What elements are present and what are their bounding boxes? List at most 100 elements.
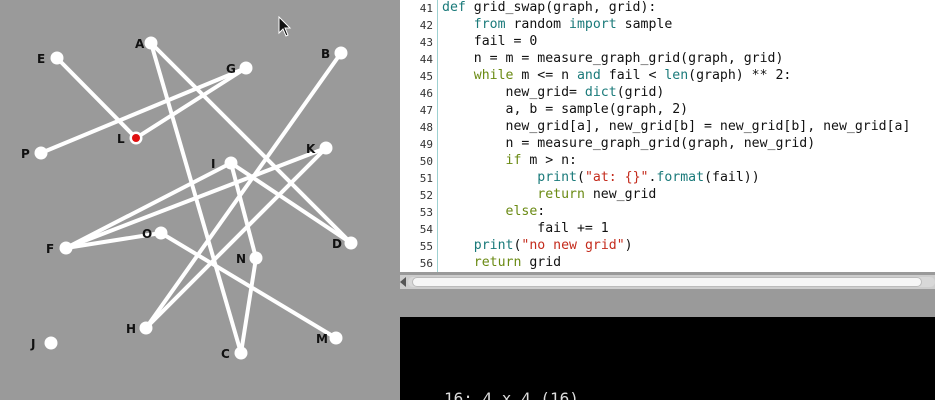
node-F[interactable] [59, 241, 73, 255]
code-token: print [473, 238, 514, 253]
scroll-left-arrow-icon[interactable] [400, 277, 406, 287]
graph-svg[interactable]: A B C D E F G H I J K L M N O P [0, 0, 400, 400]
node-label-P: P [21, 147, 30, 161]
line-number: 41 [419, 2, 433, 15]
node-label-C: C [221, 347, 230, 361]
code-token: n = measure_graph_grid(graph, new_grid) [442, 136, 816, 151]
node-O[interactable] [154, 226, 168, 240]
code-token: (graph) ** 2: [688, 68, 792, 83]
code-line[interactable]: else: [442, 204, 546, 219]
code-token: len [664, 68, 689, 83]
code-line[interactable]: def grid_swap(graph, grid): [442, 0, 656, 15]
code-token: (grid) [616, 85, 665, 100]
line-number: 43 [419, 36, 433, 49]
code-token: "no new grid" [521, 238, 625, 253]
node-J[interactable] [44, 336, 58, 350]
node-B[interactable] [334, 46, 348, 60]
node-M[interactable] [329, 331, 343, 345]
code-line[interactable]: n = measure_graph_grid(graph, new_grid) [442, 136, 816, 151]
pane-separator[interactable] [400, 289, 935, 317]
terminal-pane[interactable]: 16: 4 x 4 (16) [400, 317, 935, 400]
node-A[interactable] [144, 36, 158, 50]
scrollbar-thumb[interactable] [412, 277, 922, 287]
code-token: from [473, 17, 514, 32]
code-line[interactable]: from random import sample [442, 17, 673, 32]
code-line[interactable]: a, b = sample(graph, 2) [442, 102, 689, 117]
node-I[interactable] [224, 156, 238, 170]
code-token: random [513, 17, 570, 32]
code-token: if [505, 153, 530, 168]
code-line[interactable]: if m > n: [442, 153, 577, 168]
code-token: return [537, 187, 593, 202]
code-token: def [442, 0, 474, 15]
line-number: 49 [419, 138, 433, 151]
code-token: ( [576, 170, 585, 185]
code-line[interactable]: new_grid= dict(grid) [442, 85, 665, 100]
horizontal-scrollbar[interactable] [400, 275, 935, 289]
node-label-D: D [332, 237, 342, 251]
node-N[interactable] [249, 251, 263, 265]
code-token: else [505, 204, 538, 219]
graph-canvas[interactable]: A B C D E F G H I J K L M N O P [0, 0, 400, 400]
code-line[interactable]: fail = 0 [442, 34, 538, 49]
line-number: 50 [419, 155, 433, 168]
code-token: new_grid= [442, 85, 585, 100]
line-number-gutter: 41 42 43 44 45 46 47 48 49 50 51 52 53 54 55 56 [400, 0, 437, 272]
code-line[interactable]: new_grid[a], new_grid[b] = new_grid[b], … [442, 119, 911, 134]
code-editor[interactable]: 41 42 43 44 45 46 47 48 49 50 51 52 53 54 55 56 def gri… [400, 0, 935, 275]
code-token: m <= n [521, 68, 577, 83]
node-label-K: K [306, 142, 316, 156]
code-token: print [537, 170, 577, 185]
line-number: 55 [419, 240, 433, 253]
code-token: fail < [608, 68, 665, 83]
node-label-A: A [135, 37, 145, 51]
edge-L-G [134, 66, 248, 140]
line-number: 51 [419, 172, 433, 185]
code-line[interactable]: fail += 1 [442, 221, 609, 236]
node-label-H: H [126, 322, 136, 336]
node-L-selected-marker [132, 134, 140, 142]
code-token: fail += 1 [442, 221, 609, 236]
node-label-F: F [46, 242, 54, 256]
code-line[interactable]: return new_grid [442, 187, 656, 202]
code-token: n = m = measure_graph_grid(graph, grid) [442, 51, 784, 66]
node-label-B: B [321, 47, 330, 61]
node-H[interactable] [139, 321, 153, 335]
code-line[interactable]: print("at: {}".format(fail)) [442, 170, 759, 185]
line-number: 47 [419, 104, 433, 117]
code-token: format [656, 170, 705, 185]
line-number: 46 [419, 87, 433, 100]
node-C[interactable] [234, 346, 248, 360]
edge-E-L [55, 56, 138, 140]
node-D[interactable] [344, 236, 358, 250]
node-label-E: E [37, 52, 45, 66]
mouse-pointer-icon [278, 16, 292, 37]
code-token: : [537, 204, 546, 219]
node-P[interactable] [34, 146, 48, 160]
code-token: ) [624, 238, 633, 253]
gutter-divider [437, 0, 438, 272]
code-line[interactable]: n = m = measure_graph_grid(graph, grid) [442, 51, 784, 66]
line-number: 53 [419, 206, 433, 219]
code-token: while [473, 68, 522, 83]
code-line[interactable]: while m <= n and fail < len(graph) ** 2: [442, 68, 792, 83]
node-label-J: J [30, 337, 35, 351]
code-token: grid [529, 255, 562, 270]
code-line[interactable]: return grid [442, 255, 561, 270]
code-token: a, b = sample(graph, 2) [442, 102, 689, 117]
code-token: sample [624, 17, 673, 32]
code-token: new_grid[a], new_grid[b] = new_grid[b], … [442, 119, 911, 134]
node-G[interactable] [239, 61, 253, 75]
node-K[interactable] [319, 141, 333, 155]
code-token: import [569, 17, 625, 32]
code-token: fail = 0 [442, 34, 538, 49]
node-label-G: G [226, 62, 236, 76]
line-number: 48 [419, 121, 433, 134]
code-line[interactable]: print("no new grid") [442, 238, 633, 253]
node-E[interactable] [50, 51, 64, 65]
